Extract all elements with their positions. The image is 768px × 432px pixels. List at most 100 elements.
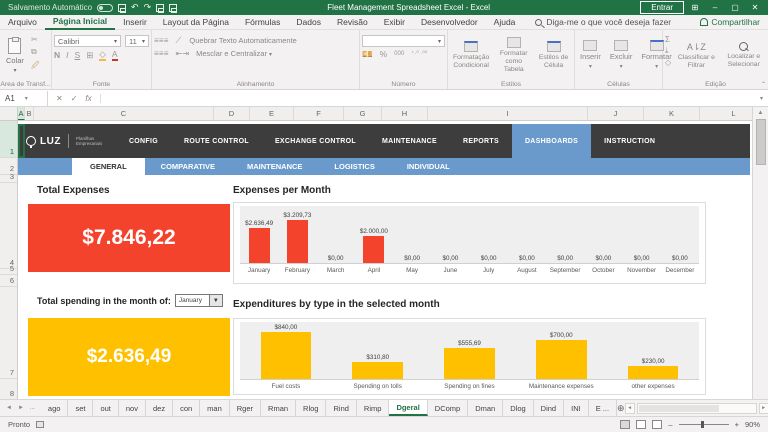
orientation-icon[interactable]: ⟋ [175,36,181,45]
sign-in-button[interactable]: Entrar [640,1,684,14]
sheet-tab[interactable]: Dgeral [389,400,428,416]
sheet-tab[interactable]: dez [146,400,174,416]
add-sheet-icon[interactable]: ⊕ [617,400,625,416]
sheet-tab[interactable]: E ... [589,400,618,416]
page-layout-view-icon[interactable] [636,420,647,429]
horizontal-scroll-thumb[interactable] [638,404,719,412]
find-select-button[interactable]: Localizar e Selecionar [722,33,766,78]
row-header[interactable]: 6 [0,275,17,287]
workbook-nav-item[interactable]: DASHBOARDS [511,124,592,158]
column-header[interactable]: G [344,107,382,120]
ribbon-tab[interactable]: Fórmulas [237,15,288,30]
sheet-next-icon[interactable]: ► [18,405,24,411]
ribbon-tab[interactable]: Arquivo [0,15,45,30]
sheet-tab[interactable]: Rger [230,400,262,416]
sheet-tab[interactable]: Rlog [296,400,327,416]
workbook-nav-item[interactable]: MAINTENANCE [369,124,450,158]
indent-icons[interactable]: ⇤ ⇥ [175,49,189,58]
hscroll-right-icon[interactable]: ► [758,402,768,414]
sheet-tab[interactable]: INI [564,400,589,416]
sheet-tab[interactable]: ago [41,400,69,416]
close-icon[interactable]: ✕ [746,1,764,14]
page-break-view-icon[interactable] [652,420,663,429]
workbook-nav-item[interactable]: CONFIG [116,124,171,158]
number-format-select[interactable]: ▾ [362,35,445,47]
sheet-canvas[interactable]: LUZ Planilhas Empresariais CONFIG ROUTE C… [18,121,752,399]
cancel-icon[interactable]: ✕ [56,94,63,103]
column-header[interactable]: I [428,107,588,120]
bold-button[interactable]: N [54,51,60,60]
comma-style-icon[interactable]: 000 [394,51,404,57]
column-header[interactable]: A [18,107,25,120]
ribbon-tab[interactable]: Revisão [329,15,376,30]
sheet-tab[interactable]: Rimp [357,400,390,416]
column-header[interactable]: B [25,107,34,120]
row-header[interactable]: 7 [0,287,17,379]
column-header[interactable]: H [382,107,428,120]
ribbon-tab[interactable]: Inserir [115,15,155,30]
month-select-arrow-icon[interactable]: ▼ [208,295,222,306]
document-icon[interactable] [156,3,165,13]
scroll-up-icon[interactable]: ▲ [753,107,768,119]
insert-cells-button[interactable]: Inserir ▾ [577,33,604,78]
column-header[interactable]: C [34,107,214,120]
paste-dropdown-icon[interactable]: ▾ [13,67,16,74]
autosave-toggle[interactable] [97,3,114,12]
conditional-formatting-button[interactable]: Formatação Condicional [450,33,492,78]
cell-styles-button[interactable]: Estilos de Célula [535,33,572,78]
workbook-nav-item[interactable]: REPORTS [450,124,512,158]
column-header[interactable]: F [294,107,344,120]
vertical-scrollbar[interactable]: ▲ [752,107,768,399]
underline-button[interactable]: S [75,51,81,60]
column-header[interactable]: D [214,107,250,120]
font-color-icon[interactable]: A [111,50,118,61]
format-painter-icon[interactable]: 🖉 [31,60,40,74]
decimal-icons[interactable]: ⁺·⁰ ·⁰⁰ [411,51,427,57]
name-box[interactable]: A1 ▾ [0,90,48,106]
tell-me-search[interactable]: Diga-me o que você deseja fazer [535,17,671,27]
insert-function-icon[interactable]: fx [85,94,91,103]
borders-icon[interactable]: ⊞ [86,51,93,60]
zoom-out-icon[interactable]: – [668,420,672,429]
paste-button[interactable]: Colar ▾ [2,33,28,78]
zoom-slider[interactable] [678,421,729,428]
currency-icon[interactable]: 💴 [362,50,373,59]
sheet-tab[interactable]: out [93,400,119,416]
sheet-tab[interactable]: con [173,400,201,416]
workbook-nav-item[interactable]: INSTRUCTION [591,124,668,158]
workbook-nav-item[interactable]: ROUTE CONTROL [171,124,262,158]
ribbon-tab[interactable]: Exibir [376,15,413,30]
row-header[interactable]: 4 [0,183,17,269]
sheet-tab[interactable]: DComp [428,400,469,416]
merge-center-button[interactable]: Mesclar e Centralizar ▾ [196,49,272,58]
row-header[interactable]: 2 [0,158,17,175]
percent-icon[interactable]: % [380,50,388,59]
sheet-overflow-icon[interactable]: ... [30,405,35,411]
month-select-dropdown[interactable]: January ▼ [174,294,223,307]
name-box-dropdown-icon[interactable]: ▾ [25,95,28,102]
hscroll-left-icon[interactable]: ◄ [624,402,635,414]
row-header[interactable]: 3 [0,172,17,183]
enter-icon[interactable]: ✓ [71,94,78,103]
copy-icon[interactable]: ⧉ [31,47,40,57]
sheet-tab[interactable]: man [200,400,230,416]
workbook-nav-item[interactable]: EXCHANGE CONTROL [262,124,369,158]
formula-bar-expand-icon[interactable]: ▾ [760,95,768,102]
horizontal-scrollbar[interactable]: ◄ ► [624,400,768,416]
vertical-scroll-thumb[interactable] [755,119,766,165]
ribbon-tab[interactable]: Página Inicial [44,15,116,30]
ribbon-tab[interactable]: Dados [288,15,329,30]
sheet-tab[interactable]: set [68,400,94,416]
wrap-text-button[interactable]: Quebrar Texto Automaticamente [189,36,296,45]
zoom-in-icon[interactable]: + [735,420,739,429]
dashboard-subtab[interactable]: GENERAL [72,158,145,175]
sheet-tab[interactable]: Rind [326,400,357,416]
dashboard-subtab[interactable]: LOGISTICS [318,158,390,175]
align-horizontal-icons[interactable]: ≡ ≡ ≡ [154,49,168,58]
clear-icon[interactable]: ◇ [665,58,671,67]
save-icon[interactable] [118,3,127,13]
format-as-table-button[interactable]: Formatar como Tabela [495,33,532,78]
italic-button[interactable]: I [66,51,68,60]
row-header[interactable]: 8 [0,379,17,399]
ribbon-display-icon[interactable]: ⊞ [686,1,704,14]
